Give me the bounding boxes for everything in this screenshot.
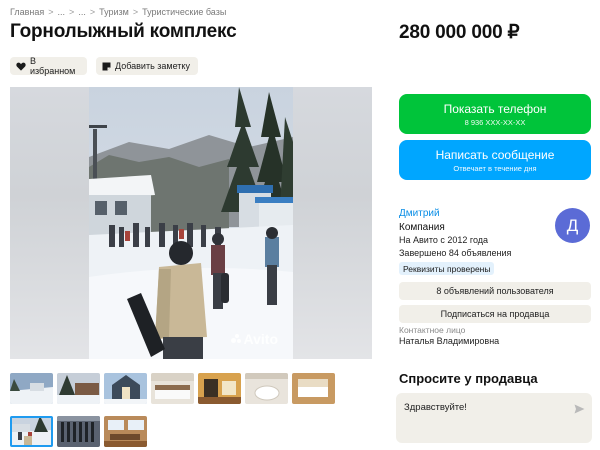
- breadcrumb-item-collapsed[interactable]: ...: [78, 7, 86, 17]
- verified-badge: Реквизиты проверены: [399, 262, 495, 275]
- breadcrumb: Главная > ... > ... > Туризм > Туристиче…: [10, 7, 226, 17]
- listing-price: 280 000 000 ₽: [399, 22, 520, 43]
- show-phone-button[interactable]: Показать телефон 8 936 XXX-XX-XX: [399, 94, 591, 134]
- ski-resort-photo: [89, 87, 293, 359]
- thumbnail[interactable]: [10, 373, 53, 404]
- thumbnail[interactable]: [104, 416, 147, 447]
- seller-since: На Авито с 2012 года: [399, 235, 489, 245]
- thumbnail[interactable]: [292, 373, 335, 404]
- seller-name-link[interactable]: Дмитрий: [399, 208, 440, 219]
- avatar[interactable]: Д: [555, 208, 590, 243]
- photo-blur-right: [293, 87, 372, 359]
- thumbnail[interactable]: [151, 373, 194, 404]
- thumbnail[interactable]: [57, 373, 100, 404]
- thumbnail[interactable]: [198, 373, 241, 404]
- thumbnail-selected[interactable]: [10, 416, 53, 447]
- thumbnail[interactable]: [245, 373, 288, 404]
- seller-completed-count: Завершено 84 объявления: [399, 248, 512, 258]
- note-icon: [102, 62, 111, 71]
- avito-watermark-text: Avito: [243, 331, 278, 347]
- ask-seller-message[interactable]: Здравствуйте!: [404, 402, 467, 413]
- photo-blur-left: [10, 87, 89, 359]
- breadcrumb-separator: >: [69, 7, 75, 17]
- add-note-button[interactable]: Добавить заметку: [96, 57, 198, 75]
- contact-person-name: Наталья Владимировна: [399, 336, 500, 346]
- send-icon[interactable]: [574, 401, 585, 419]
- breadcrumb-item-collapsed[interactable]: ...: [58, 7, 66, 17]
- add-note-label: Добавить заметку: [115, 61, 190, 71]
- write-message-label: Написать сообщение: [435, 147, 555, 162]
- breadcrumb-item-home[interactable]: Главная: [10, 7, 44, 17]
- contact-person-label: Контактное лицо: [399, 325, 466, 335]
- show-phone-label: Показать телефон: [443, 101, 547, 116]
- breadcrumb-item-tourism[interactable]: Туризм: [99, 7, 129, 17]
- avito-watermark: Avito: [230, 331, 278, 347]
- heart-icon: [16, 62, 26, 71]
- phone-masked-number: 8 936 XXX-XX-XX: [464, 117, 526, 127]
- subscribe-seller-button[interactable]: Подписаться на продавца: [399, 305, 591, 323]
- breadcrumb-item-tourist-bases[interactable]: Туристические базы: [142, 7, 226, 17]
- thumbnail[interactable]: [57, 416, 100, 447]
- thumbnail[interactable]: [104, 373, 147, 404]
- favorite-label: В избранном: [30, 56, 76, 76]
- main-photo[interactable]: Avito: [10, 87, 372, 359]
- favorite-button[interactable]: В избранном: [10, 56, 87, 76]
- listing-title: Горнолыжный комплекс: [10, 21, 237, 42]
- avito-logo-icon: [230, 334, 241, 344]
- breadcrumb-separator: >: [89, 7, 96, 17]
- ask-seller-title: Спросите у продавца: [399, 371, 538, 386]
- breadcrumb-separator: >: [48, 7, 54, 17]
- write-message-button[interactable]: Написать сообщение Отвечает в течение дн…: [399, 140, 591, 180]
- response-time-text: Отвечает в течение дня: [453, 163, 537, 173]
- seller-type: Компания: [399, 222, 445, 233]
- seller-ads-button[interactable]: 8 объявлений пользователя: [399, 282, 591, 300]
- ask-seller-input[interactable]: Здравствуйте!: [396, 393, 592, 443]
- breadcrumb-separator: >: [132, 7, 139, 17]
